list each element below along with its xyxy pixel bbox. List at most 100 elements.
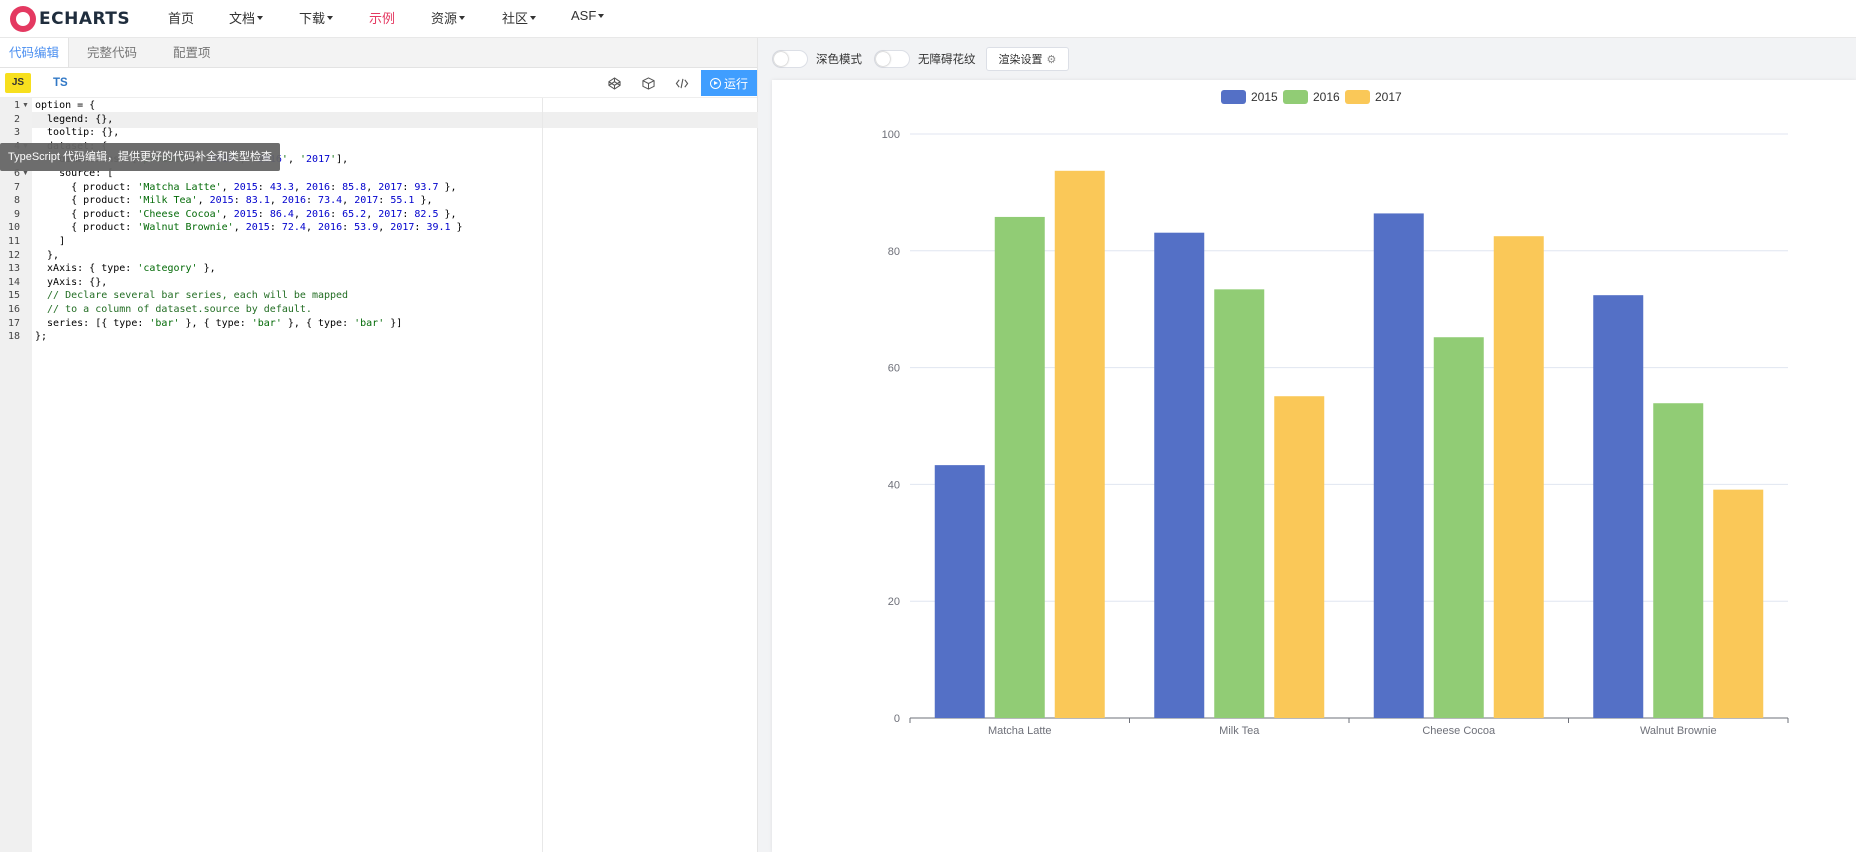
nav-item-2[interactable]: 下载 <box>299 8 334 27</box>
line-number: 1 <box>13 100 20 111</box>
code-line[interactable]: ] <box>35 236 65 247</box>
line-number: 7 <box>13 181 20 193</box>
code-editor[interactable]: 1▼234▼56▼789101112131415161718 option = … <box>0 98 758 852</box>
code-line[interactable]: yAxis: {}, <box>35 277 107 288</box>
nav-item-0[interactable]: 首页 <box>168 8 194 27</box>
fold-arrow-icon[interactable]: ▼ <box>22 102 29 109</box>
code-line[interactable]: { product: 'Cheese Cocoa', 2015: 86.4, 2… <box>35 209 456 220</box>
run-label: 运行 <box>723 76 748 91</box>
nav-item-label: 示例 <box>369 11 396 26</box>
code-line[interactable]: }, <box>35 250 59 261</box>
bar-2017-0[interactable] <box>1054 170 1105 718</box>
bar-2015-2[interactable] <box>1373 213 1424 718</box>
bar-2016-0[interactable] <box>994 216 1045 719</box>
y-tick-label: 80 <box>888 246 900 258</box>
nav-item-4[interactable]: 资源 <box>431 8 466 27</box>
chevron-down-icon <box>327 16 334 20</box>
js-language-button[interactable]: JS <box>5 72 31 93</box>
x-tick-label: Cheese Cocoa <box>1422 725 1496 737</box>
nav-item-6[interactable]: ASF <box>571 8 605 23</box>
nav-item-label: 资源 <box>431 11 458 26</box>
bar-2016-3[interactable] <box>1653 403 1704 718</box>
codepen-icon[interactable] <box>607 76 621 90</box>
legend-label-2016[interactable]: 2016 <box>1313 90 1340 104</box>
bar-2015-1[interactable] <box>1154 232 1205 719</box>
tab-code-edit[interactable]: 代码编辑 <box>0 38 70 67</box>
code-line[interactable]: { product: 'Milk Tea', 2015: 83.1, 2016:… <box>35 195 432 206</box>
decal-label: 无障碍花纹 <box>918 54 976 66</box>
chart-container: 0 20 40 60 80 100 Matcha Latte Milk Tea Cheese C… <box>772 80 1856 852</box>
echarts-logo[interactable]: ECHARTS <box>10 5 160 32</box>
bar-2015-0[interactable] <box>934 465 985 718</box>
bar-2017-2[interactable] <box>1493 236 1544 718</box>
line-number: 11 <box>7 236 20 247</box>
code-editor-panel: 代码编辑 完整代码 配置项 JS TS 运行 1▼234▼56▼78910111… <box>0 38 758 852</box>
top-navigation: ECHARTS 首页 文档 下载 示例 资源 社区 ASF <box>0 0 1856 38</box>
nav-item-3[interactable]: 示例 <box>369 8 395 27</box>
run-button[interactable]: 运行 <box>701 70 757 96</box>
code-line[interactable]: option = { <box>35 100 95 111</box>
render-settings-button[interactable]: 渲染设置 ⚙ <box>985 47 1070 71</box>
editor-tabs: 代码编辑 完整代码 配置项 <box>0 38 757 68</box>
code-content[interactable]: option = { legend: {}, tooltip: {}, data… <box>32 98 758 852</box>
x-tick-label: Matcha Latte <box>988 725 1052 737</box>
y-tick-label: 20 <box>888 596 900 608</box>
chart-preview-panel: 深色模式 无障碍花纹 渲染设置 ⚙ 0 20 40 60 80 100 Matcha Lat… <box>758 38 1856 852</box>
chevron-down-icon <box>257 16 264 20</box>
bar-chart[interactable]: 0 20 40 60 80 100 Matcha Latte Milk Tea Cheese C… <box>772 80 1856 852</box>
legend-label-2017[interactable]: 2017 <box>1375 90 1402 104</box>
line-number: 9 <box>13 208 20 220</box>
legend-swatch-2017[interactable] <box>1345 90 1370 104</box>
dark-mode-label: 深色模式 <box>816 54 862 66</box>
bar-2017-1[interactable] <box>1274 396 1325 718</box>
nav-item-label: 下载 <box>299 11 326 26</box>
code-line[interactable]: xAxis: { type: 'category' }, <box>35 263 216 274</box>
legend-label-2015[interactable]: 2015 <box>1251 90 1278 104</box>
code-line[interactable]: // to a column of dataset.source by defa… <box>35 304 312 315</box>
y-tick-label: 100 <box>882 129 900 141</box>
print-margin <box>542 98 543 852</box>
nav-item-label: 社区 <box>502 11 529 26</box>
line-number: 14 <box>7 276 20 288</box>
render-settings-label: 渲染设置 <box>998 54 1043 66</box>
x-tick-label: Milk Tea <box>1219 725 1260 737</box>
code-line[interactable]: // Declare several bar series, each will… <box>35 290 348 301</box>
bar-2016-1[interactable] <box>1214 289 1265 718</box>
preview-toolbar: 深色模式 无障碍花纹 渲染设置 ⚙ <box>758 38 1856 80</box>
code-line[interactable]: }; <box>35 331 47 342</box>
dark-mode-toggle[interactable] <box>772 50 808 68</box>
line-number: 8 <box>13 195 20 207</box>
line-number: 18 <box>7 331 20 343</box>
typescript-tooltip: TypeScript 代码编辑，提供更好的代码补全和类型检查 <box>0 143 281 171</box>
nav-item-1[interactable]: 文档 <box>229 8 264 27</box>
embed-code-icon[interactable] <box>675 76 689 90</box>
nav-item-label: 首页 <box>168 11 195 26</box>
language-toolbar: JS TS 运行 <box>0 68 757 98</box>
code-line[interactable]: { product: 'Matcha Latte', 2015: 43.3, 2… <box>35 182 456 193</box>
codesandbox-icon[interactable] <box>641 76 655 90</box>
nav-item-label: ASF <box>571 8 597 23</box>
line-number: 2 <box>13 113 20 125</box>
bar-2015-3[interactable] <box>1593 295 1644 718</box>
ts-language-button[interactable]: TS <box>53 77 68 89</box>
code-line[interactable]: { product: 'Walnut Brownie', 2015: 72.4,… <box>35 222 462 233</box>
line-number: 10 <box>7 222 20 234</box>
nav-item-label: 文档 <box>229 11 256 26</box>
decal-toggle[interactable] <box>874 50 910 68</box>
tab-options[interactable]: 配置项 <box>155 38 229 67</box>
nav-item-5[interactable]: 社区 <box>502 8 537 27</box>
gear-icon: ⚙ <box>1046 53 1057 66</box>
legend-swatch-2016[interactable] <box>1283 90 1308 104</box>
x-tick-label: Walnut Brownie <box>1640 725 1717 737</box>
line-number: 12 <box>7 249 20 261</box>
code-line[interactable]: legend: {}, <box>35 114 113 125</box>
code-line[interactable]: tooltip: {}, <box>35 127 119 138</box>
line-number: 15 <box>7 290 20 302</box>
bar-2017-3[interactable] <box>1713 489 1764 718</box>
fold-arrow-icon[interactable]: ▼ <box>22 170 29 177</box>
legend-swatch-2015[interactable] <box>1221 90 1246 104</box>
code-line[interactable]: series: [{ type: 'bar' }, { type: 'bar' … <box>35 318 402 329</box>
bar-2016-2[interactable] <box>1433 337 1484 718</box>
line-number: 16 <box>7 304 20 315</box>
tab-full-code[interactable]: 完整代码 <box>69 38 155 67</box>
